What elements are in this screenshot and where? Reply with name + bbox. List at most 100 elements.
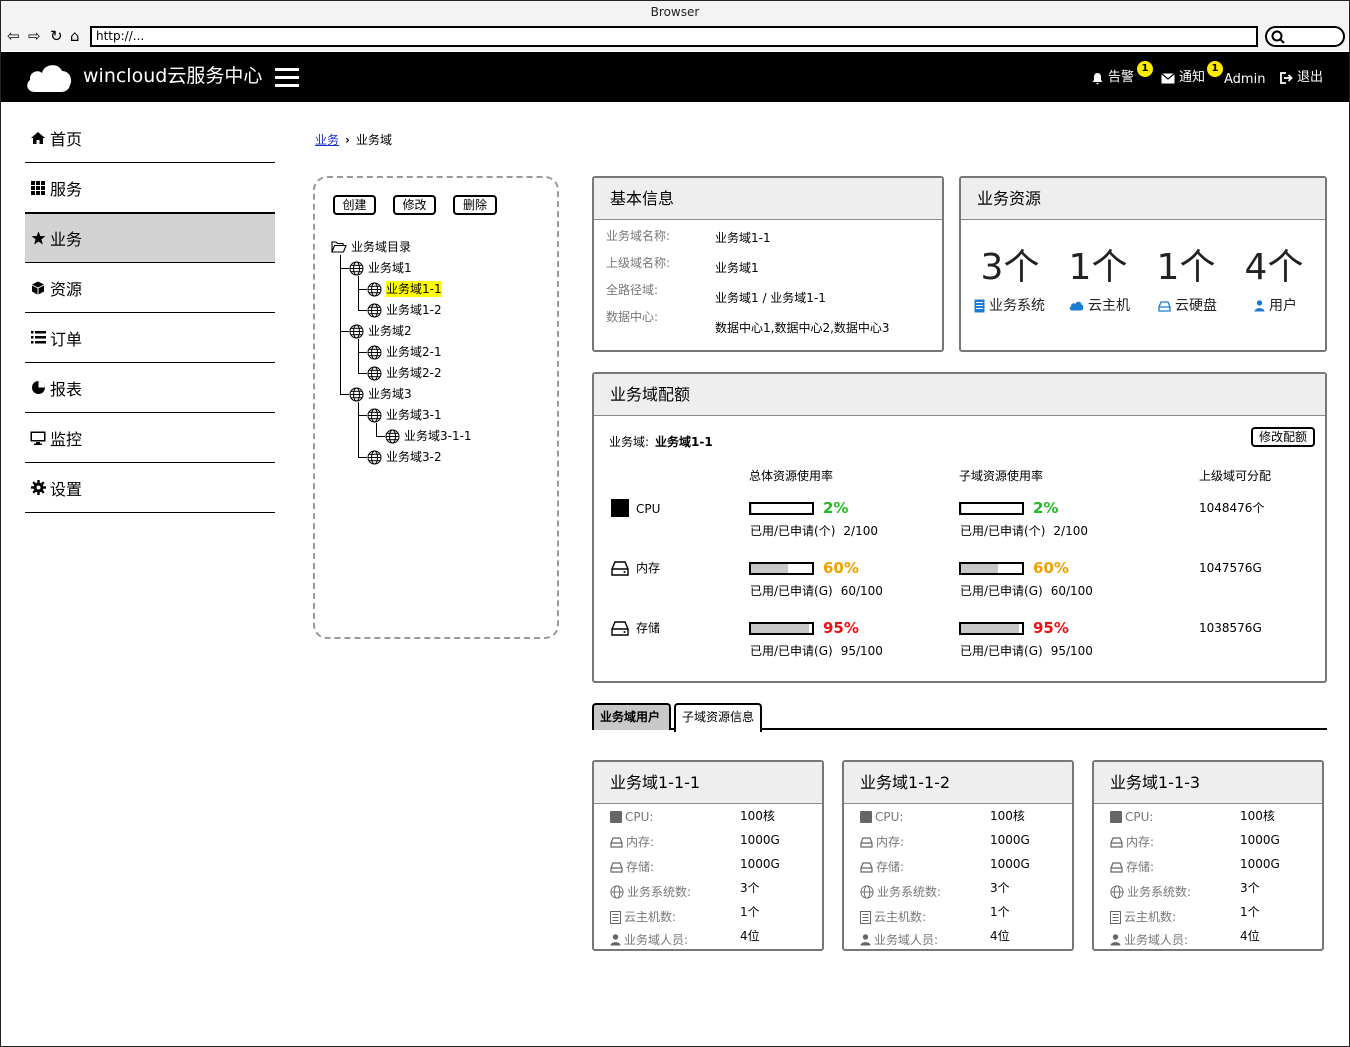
tree-connector (358, 402, 359, 458)
tree-connector (340, 394, 349, 395)
globe-icon (367, 303, 382, 317)
total-usage-pct: 2% (823, 499, 849, 517)
total-usage-ratio: 已用/已申请(G) 95/100 (750, 644, 883, 658)
menu-toggle-button[interactable] (275, 68, 299, 88)
parent-available: 1048476个 (1199, 501, 1265, 515)
tree-node[interactable]: 业务域3 (349, 386, 412, 402)
pie-icon (30, 380, 46, 395)
memory-icon (611, 561, 629, 576)
create-button[interactable]: 创建 (333, 195, 376, 215)
notify-button[interactable]: 通知 (1161, 69, 1205, 87)
subdomain-card: 业务域1-1-1 CPU: 100核 内存: 1000G 存储: 1000G 业… (592, 760, 824, 951)
globe-icon (349, 387, 364, 401)
tree-node[interactable]: 业务域3-1-1 (385, 428, 472, 444)
sub-usage-bar (959, 622, 1024, 635)
tree-node-label: 业务域2 (368, 324, 412, 338)
top-bar: wincloud云服务中心 告警 1 通知 1 Admin 退出 (1, 52, 1349, 102)
card-value: 1个 (990, 905, 1010, 919)
tree-node-label: 业务域1 (368, 261, 412, 275)
card-label-cpu: CPU: (860, 809, 903, 825)
sidebar-item-business[interactable]: 业务 (25, 213, 275, 263)
sub-usage-ratio: 已用/已申请(G) 95/100 (960, 644, 1093, 658)
cpu-icon (610, 811, 622, 823)
sidebar-item-monitor[interactable]: 监控 (25, 413, 275, 463)
card-label-storage: 存储: (860, 859, 904, 875)
card-title: 业务域1-1-1 (594, 762, 822, 804)
server-icon (860, 910, 871, 924)
window-title: Browser (1, 1, 1349, 23)
info-value: 业务域1 / 业务域1-1 (715, 291, 826, 305)
user-menu[interactable]: Admin (1224, 71, 1265, 89)
card-label-members: 业务域人员: (610, 933, 688, 946)
edit-quota-button[interactable]: 修改配额 (1251, 427, 1316, 447)
tree-node[interactable]: 业务域2-1 (367, 344, 442, 360)
star-icon (30, 231, 46, 245)
memory-icon (610, 836, 623, 848)
card-value: 1000G (1240, 833, 1280, 847)
tree-connector (376, 436, 385, 437)
tree-node[interactable]: 业务域3-2 (367, 449, 442, 465)
sidebar-item-service[interactable]: 服务 (25, 163, 275, 213)
total-usage-ratio: 已用/已申请(G) 60/100 (750, 584, 883, 598)
logout-label: 退出 (1297, 70, 1324, 85)
quota-panel: 业务域配额 业务域: 业务域1-1 修改配额 总体资源使用率 子域资源使用率 上级… (592, 372, 1327, 683)
tree-node-label: 业务域2-2 (386, 366, 442, 380)
storage-icon (610, 861, 623, 873)
forward-icon[interactable]: ⇨ (28, 26, 41, 46)
tree-node[interactable]: 业务域1-2 (367, 302, 442, 318)
tree-node-label: 业务域1-1 (386, 281, 442, 297)
delete-button[interactable]: 删除 (453, 195, 497, 215)
sidebar-item-orders[interactable]: 订单 (25, 313, 275, 363)
globe-icon (860, 885, 874, 899)
card-label-systems: 业务系统数: (860, 884, 941, 900)
tree-connector (358, 310, 367, 311)
breadcrumb-link-business[interactable]: 业务 (315, 132, 339, 148)
sub-usage-bar (959, 562, 1024, 575)
sidebar-item-resource[interactable]: 资源 (25, 263, 275, 313)
info-label: 上级域名称: (606, 256, 671, 270)
breadcrumb-current: 业务域 (355, 133, 392, 147)
resource-caption: 云主机 (1069, 297, 1130, 315)
alerts-label: 告警 (1108, 70, 1135, 85)
back-icon[interactable]: ⇦ (7, 26, 20, 46)
info-value: 业务域1 (715, 261, 759, 275)
sidebar-item-label: 设置 (50, 479, 83, 499)
tree-node-selected[interactable]: 业务域1-1 (367, 281, 442, 297)
subdomain-card: 业务域1-1-3 CPU: 100核 内存: 1000G 存储: 1000G 业… (1092, 760, 1324, 951)
card-label-storage: 存储: (1110, 859, 1154, 875)
basic-info-title: 基本信息 (594, 178, 942, 220)
tree-connector (376, 423, 377, 437)
edit-button[interactable]: 修改 (393, 195, 436, 215)
sidebar-item-home[interactable]: 首页 (25, 113, 275, 163)
tree-node-label: 业务域3 (368, 387, 412, 401)
card-value: 1000G (1240, 857, 1280, 871)
url-input[interactable]: http://... (90, 26, 1258, 47)
logout-button[interactable]: 退出 (1280, 69, 1323, 87)
tree-node[interactable]: 业务域3-1 (367, 407, 442, 423)
tree-node[interactable]: 业务域2-2 (367, 365, 442, 381)
info-value: 数据中心1,数据中心2,数据中心3 (715, 321, 890, 335)
card-label-systems: 业务系统数: (610, 884, 691, 900)
alerts-button[interactable]: 告警 (1091, 69, 1134, 87)
sidebar-item-reports[interactable]: 报表 (25, 363, 275, 413)
resource-count: 4个 (1244, 247, 1304, 288)
domain-tree-panel: 创建 修改 删除 业务域目录 业务域1 业务域1-1 业务域1-2 业务域2 业… (313, 176, 559, 639)
card-label-memory: 内存: (610, 834, 654, 850)
globe-icon (610, 885, 624, 899)
card-value: 3个 (740, 881, 760, 895)
card-value: 4位 (1240, 929, 1260, 943)
address-row: ⇦ ⇨ ↻ ⌂ http://... (1, 23, 1349, 51)
tab-domain-users[interactable]: 业务域用户 (592, 703, 671, 730)
sidebar-item-settings[interactable]: 设置 (25, 463, 275, 513)
reload-icon[interactable]: ↻ (50, 26, 63, 46)
tree-node[interactable]: 业务域2 (349, 323, 412, 339)
tree-root[interactable]: 业务域目录 (331, 239, 411, 255)
tab-subdomain-resources[interactable]: 子域资源信息 (674, 703, 762, 732)
sidebar-item-label: 订单 (50, 329, 83, 349)
server-icon (610, 910, 621, 924)
tree-node[interactable]: 业务域1 (349, 260, 412, 276)
browser-search-input[interactable] (1265, 26, 1345, 47)
home-nav-icon[interactable]: ⌂ (70, 26, 80, 46)
storage-icon (1110, 861, 1123, 873)
tree-connector (340, 255, 341, 395)
